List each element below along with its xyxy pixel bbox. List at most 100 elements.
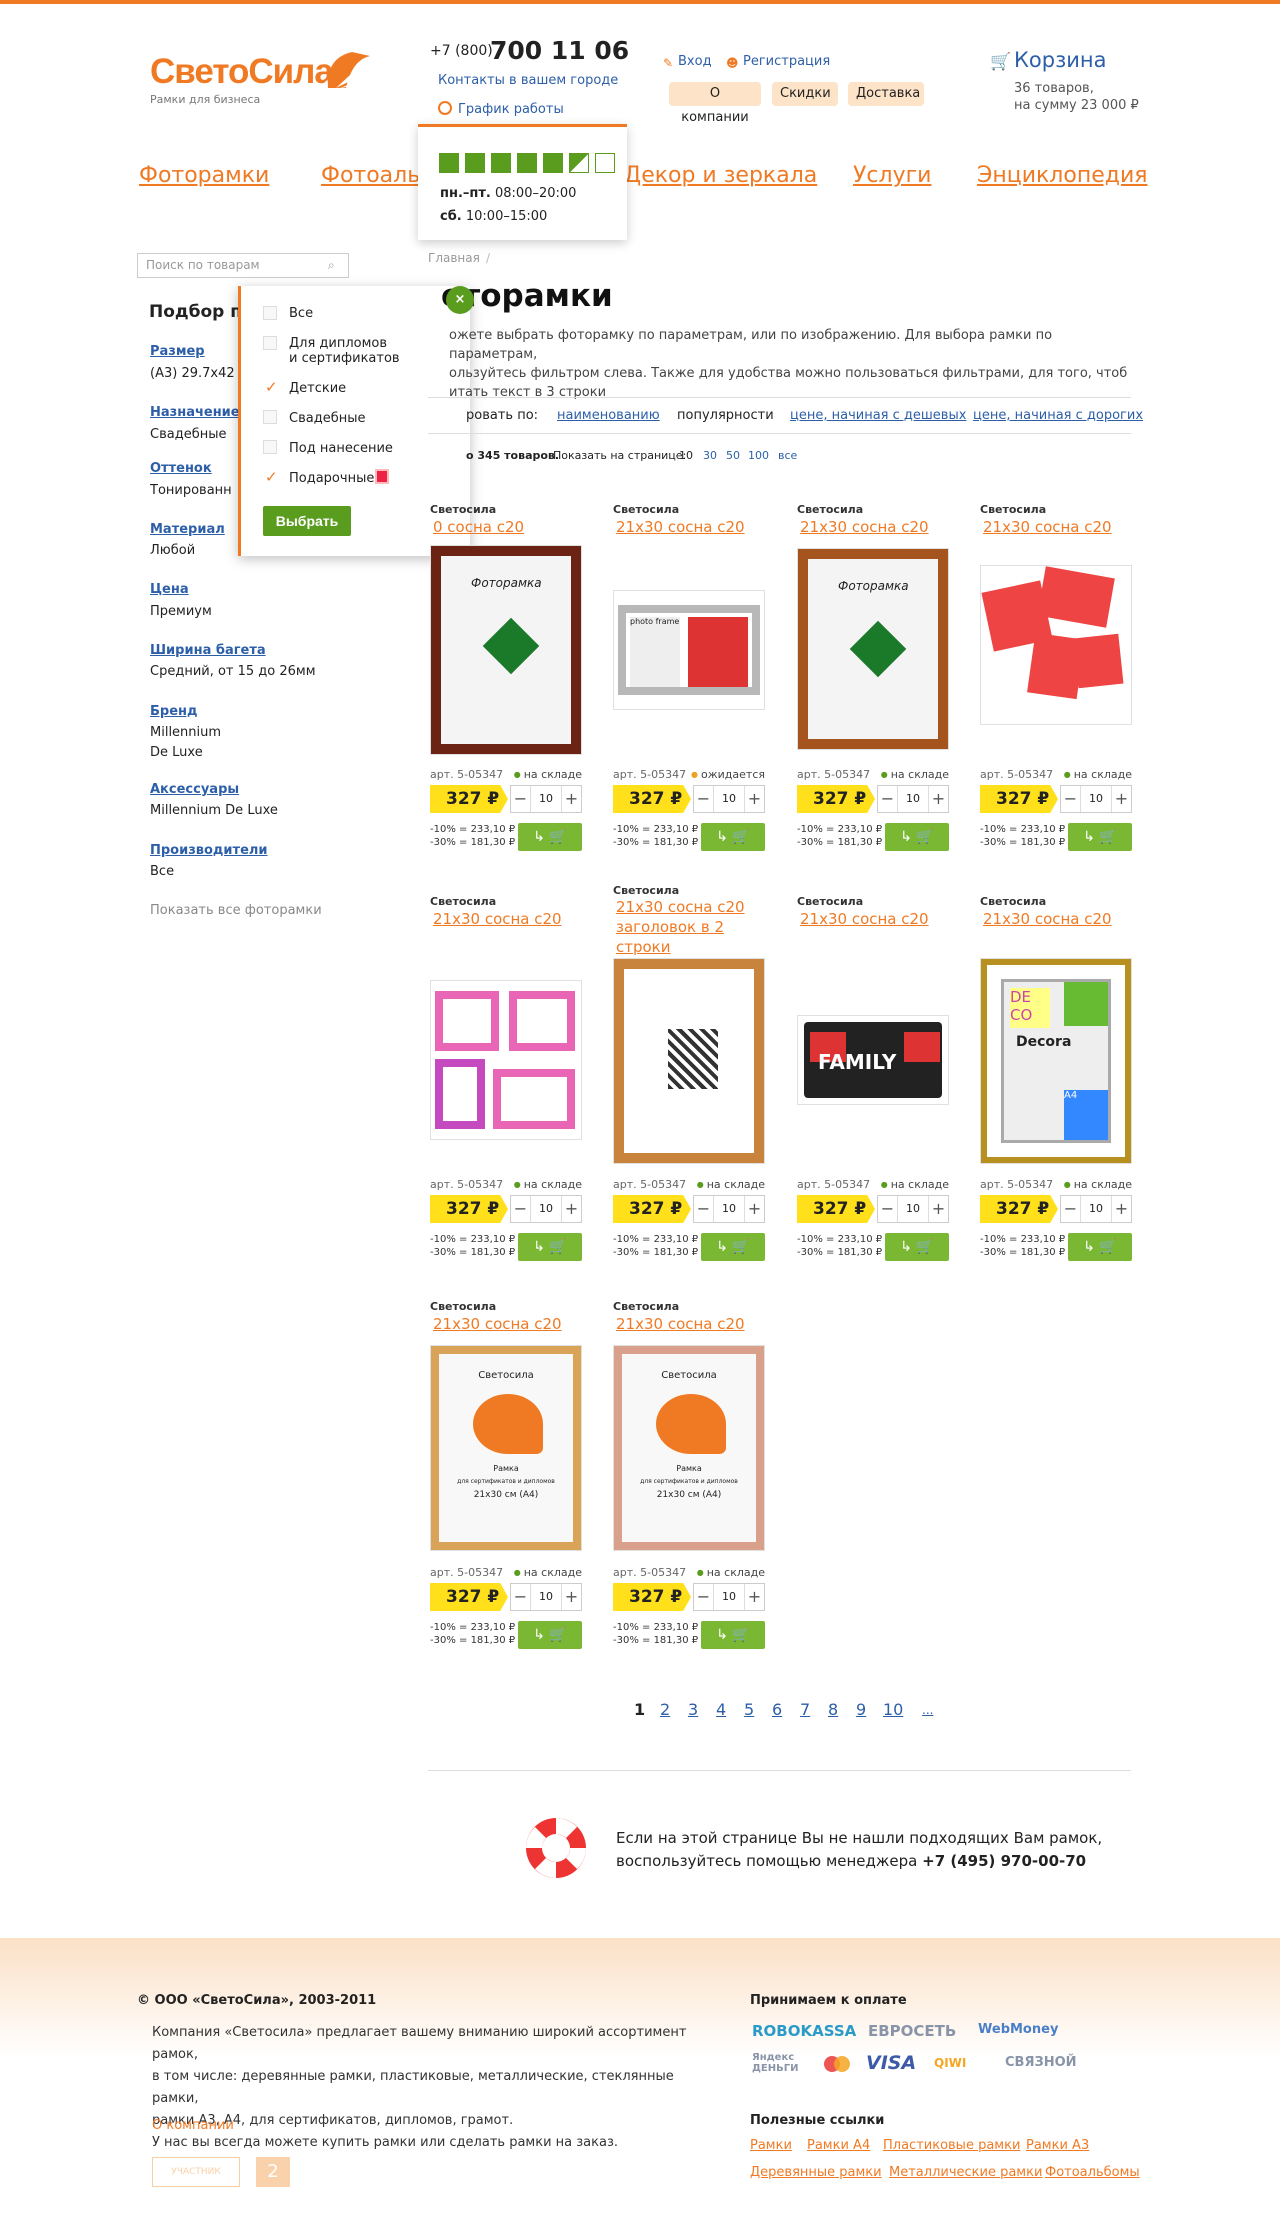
quantity-value[interactable]: 10 — [539, 1590, 553, 1603]
product-image[interactable]: Светосила Рамка для сертификатов и дипломо… — [613, 1345, 765, 1551]
product-title[interactable]: 21x30 сосна с20 — [800, 517, 960, 537]
quantity-value[interactable]: 10 — [722, 792, 736, 805]
checkbox-wedding[interactable] — [263, 410, 277, 424]
search-icon[interactable]: ⌕ — [328, 258, 335, 273]
add-to-cart-button[interactable]: ↳ 🛒 — [518, 1233, 582, 1261]
page-5[interactable]: 5 — [744, 1700, 754, 1719]
product-title[interactable]: 21x30 сосна с20 заголовок в 2 строки — [616, 897, 776, 957]
add-to-cart-button[interactable]: ↳ 🛒 — [885, 823, 949, 851]
footer-link-a4[interactable]: Рамки А4 — [807, 2138, 870, 2153]
increase-button[interactable]: + — [744, 1584, 764, 1610]
increase-button[interactable]: + — [561, 786, 581, 812]
footer-link-frames[interactable]: Рамки — [750, 2138, 792, 2153]
perpage-all[interactable]: все — [778, 449, 797, 462]
product-title[interactable]: 0 сосна с20 — [433, 517, 593, 537]
page-8[interactable]: 8 — [828, 1700, 838, 1719]
decrease-button[interactable]: − — [878, 1196, 898, 1222]
decrease-button[interactable]: − — [694, 1196, 714, 1222]
sort-by-popularity[interactable]: популярности — [677, 408, 774, 423]
increase-button[interactable]: + — [1111, 786, 1131, 812]
quantity-value[interactable]: 10 — [1089, 792, 1103, 805]
footer-link-a3[interactable]: Рамки А3 — [1026, 2138, 1089, 2153]
footer-link-albums[interactable]: Фотоальбомы — [1045, 2165, 1140, 2180]
decrease-button[interactable]: − — [694, 1584, 714, 1610]
product-title[interactable]: 21x30 сосна с20 — [616, 1314, 776, 1334]
page-6[interactable]: 6 — [772, 1700, 782, 1719]
footer-link-plastic[interactable]: Пластиковые рамки — [883, 2138, 1020, 2153]
product-title[interactable]: 21x30 сосна с20 — [800, 909, 960, 929]
page-2[interactable]: 2 — [660, 1700, 670, 1719]
add-to-cart-button[interactable]: ↳ 🛒 — [885, 1233, 949, 1261]
add-to-cart-button[interactable]: ↳ 🛒 — [701, 1233, 765, 1261]
add-to-cart-button[interactable]: ↳ 🛒 — [518, 1621, 582, 1649]
show-all-link[interactable]: Показать все фоторамки — [150, 903, 322, 918]
add-to-cart-button[interactable]: ↳ 🛒 — [1068, 1233, 1132, 1261]
product-title[interactable]: 21x30 сосна с20 — [983, 517, 1143, 537]
quantity-stepper[interactable]: −10 + — [510, 785, 582, 813]
product-title[interactable]: 21x30 сосна с20 — [983, 909, 1143, 929]
add-to-cart-button[interactable]: ↳ 🛒 — [701, 823, 765, 851]
filter-price[interactable]: Цена — [150, 582, 189, 597]
quantity-value[interactable]: 10 — [722, 1590, 736, 1603]
checkbox-diplomas[interactable] — [263, 336, 277, 350]
search-input[interactable]: Поиск по товарам — [137, 253, 349, 278]
filter-size[interactable]: Размер — [150, 344, 205, 359]
checkbox-all[interactable] — [263, 306, 277, 320]
product-card[interactable]: Светосила 21x30 сосна с20 DE CO Decora A4 арт… — [980, 0, 1132, 1261]
quantity-value[interactable]: 10 — [539, 792, 553, 805]
filter-accessories[interactable]: Аксессуары — [150, 782, 239, 797]
footer-about-link[interactable]: О компании — [152, 2118, 234, 2133]
decrease-button[interactable]: − — [878, 786, 898, 812]
quantity-stepper[interactable]: −10 + — [510, 1195, 582, 1223]
increase-button[interactable]: + — [561, 1584, 581, 1610]
product-image[interactable]: Светосила Рамка для сертификатов и дипломо… — [430, 1345, 582, 1551]
product-image[interactable]: photo frame — [613, 590, 765, 710]
help-phone[interactable]: +7 (495) 970-00-70 — [922, 1852, 1086, 1870]
increase-button[interactable]: + — [744, 1196, 764, 1222]
product-title[interactable]: 21x30 сосна с20 — [433, 1314, 593, 1334]
perpage-50[interactable]: 50 — [726, 449, 740, 462]
decrease-button[interactable]: − — [511, 1584, 531, 1610]
footer-link-wood[interactable]: Деревянные рамки — [750, 2165, 882, 2180]
checkbox-gift-checked[interactable]: ✓ — [265, 468, 278, 486]
quantity-value[interactable]: 10 — [539, 1202, 553, 1215]
decrease-button[interactable]: − — [511, 1196, 531, 1222]
footer-link-metal[interactable]: Металлические рамки — [889, 2165, 1042, 2180]
decrease-button[interactable]: − — [1061, 786, 1081, 812]
perpage-30[interactable]: 30 — [703, 449, 717, 462]
quantity-value[interactable]: 10 — [906, 1202, 920, 1215]
apply-filter-button[interactable]: Выбрать — [263, 506, 351, 536]
page-10[interactable]: 10 — [883, 1700, 903, 1719]
add-to-cart-button[interactable]: ↳ 🛒 — [1068, 823, 1132, 851]
quantity-stepper[interactable]: −10 + — [693, 1195, 765, 1223]
nav-frames[interactable]: Фоторамки — [139, 163, 269, 188]
quantity-stepper[interactable]: −10 + — [877, 1195, 949, 1223]
increase-button[interactable]: + — [561, 1196, 581, 1222]
perpage-100[interactable]: 100 — [748, 449, 769, 462]
checkbox-printing[interactable] — [263, 440, 277, 454]
quantity-value[interactable]: 10 — [906, 792, 920, 805]
product-image[interactable]: FAMILY — [797, 1015, 949, 1105]
page-7[interactable]: 7 — [800, 1700, 810, 1719]
filter-brand[interactable]: Бренд — [150, 704, 198, 719]
quantity-stepper[interactable]: −10 + — [693, 785, 765, 813]
filter-purpose[interactable]: Назначение — [150, 405, 240, 420]
increase-button[interactable]: + — [744, 786, 764, 812]
quantity-value[interactable]: 10 — [722, 1202, 736, 1215]
product-image[interactable]: Фоторамка — [797, 548, 949, 750]
decrease-button[interactable]: − — [694, 786, 714, 812]
product-card[interactable]: Светосила 21x30 сосна с20 FAMILY арт. 5-053… — [797, 0, 949, 1261]
logo[interactable]: СветоСила — [150, 52, 334, 92]
sort-by-price-desc[interactable]: цене, начиная с дорогих — [973, 408, 1143, 423]
product-card[interactable]: Светосила 21x30 сосна с20 Светосила Рамка дл… — [613, 0, 765, 1649]
product-title[interactable]: 21x30 сосна с20 — [616, 517, 776, 537]
quantity-value[interactable]: 10 — [1089, 1202, 1103, 1215]
quantity-stepper[interactable]: −10 + — [1060, 1195, 1132, 1223]
product-card[interactable]: Светосила 21x30 сосна с20 Светосила Рамка дл… — [430, 0, 582, 1649]
filter-width[interactable]: Ширина багета — [150, 643, 266, 658]
decrease-button[interactable]: − — [511, 786, 531, 812]
product-title[interactable]: 21x30 сосна с20 — [433, 909, 593, 929]
quantity-stepper[interactable]: −10 + — [1060, 785, 1132, 813]
product-image[interactable]: DE CO Decora A4 — [980, 958, 1132, 1164]
page-more[interactable]: ... — [922, 1703, 933, 1717]
